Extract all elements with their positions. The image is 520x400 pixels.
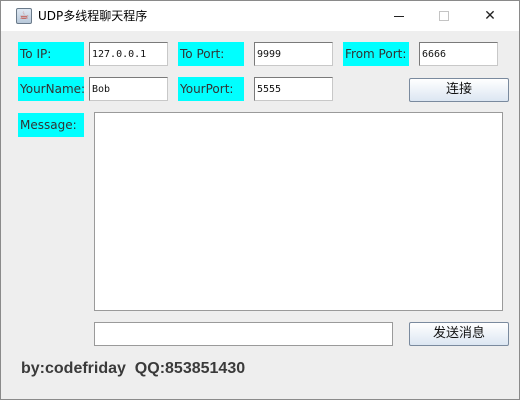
minimize-icon xyxy=(394,15,404,17)
message-input[interactable] xyxy=(94,322,393,346)
your-port-label: YourPort: xyxy=(178,77,244,101)
window-title: UDP多线程聊天程序 xyxy=(38,9,148,23)
java-app-icon: ☕ xyxy=(16,8,32,24)
to-port-field[interactable] xyxy=(254,42,333,66)
to-ip-field[interactable] xyxy=(89,42,168,66)
message-label: Message: xyxy=(18,113,84,137)
message-display-area[interactable] xyxy=(94,112,503,311)
to-port-label: To Port: xyxy=(178,42,244,66)
author-footer: by:codefriday QQ:853851430 xyxy=(21,360,246,377)
app-window: ☕ UDP多线程聊天程序 ✕ To IP: To Port: From Port… xyxy=(0,0,520,400)
connect-button[interactable]: 连接 xyxy=(409,78,509,102)
send-message-button[interactable]: 发送消息 xyxy=(409,322,509,346)
your-name-label: YourName: xyxy=(18,77,84,101)
to-ip-label: To IP: xyxy=(18,42,84,66)
maximize-button[interactable] xyxy=(421,1,467,31)
from-port-label: From Port: xyxy=(343,42,409,66)
minimize-button[interactable] xyxy=(376,1,422,31)
close-button[interactable]: ✕ xyxy=(467,1,513,31)
close-icon: ✕ xyxy=(484,8,496,24)
your-port-field[interactable] xyxy=(254,77,333,101)
your-name-field[interactable] xyxy=(89,77,168,101)
maximize-icon xyxy=(439,11,449,21)
from-port-field[interactable] xyxy=(419,42,498,66)
title-bar: ☕ UDP多线程聊天程序 ✕ xyxy=(1,1,519,31)
